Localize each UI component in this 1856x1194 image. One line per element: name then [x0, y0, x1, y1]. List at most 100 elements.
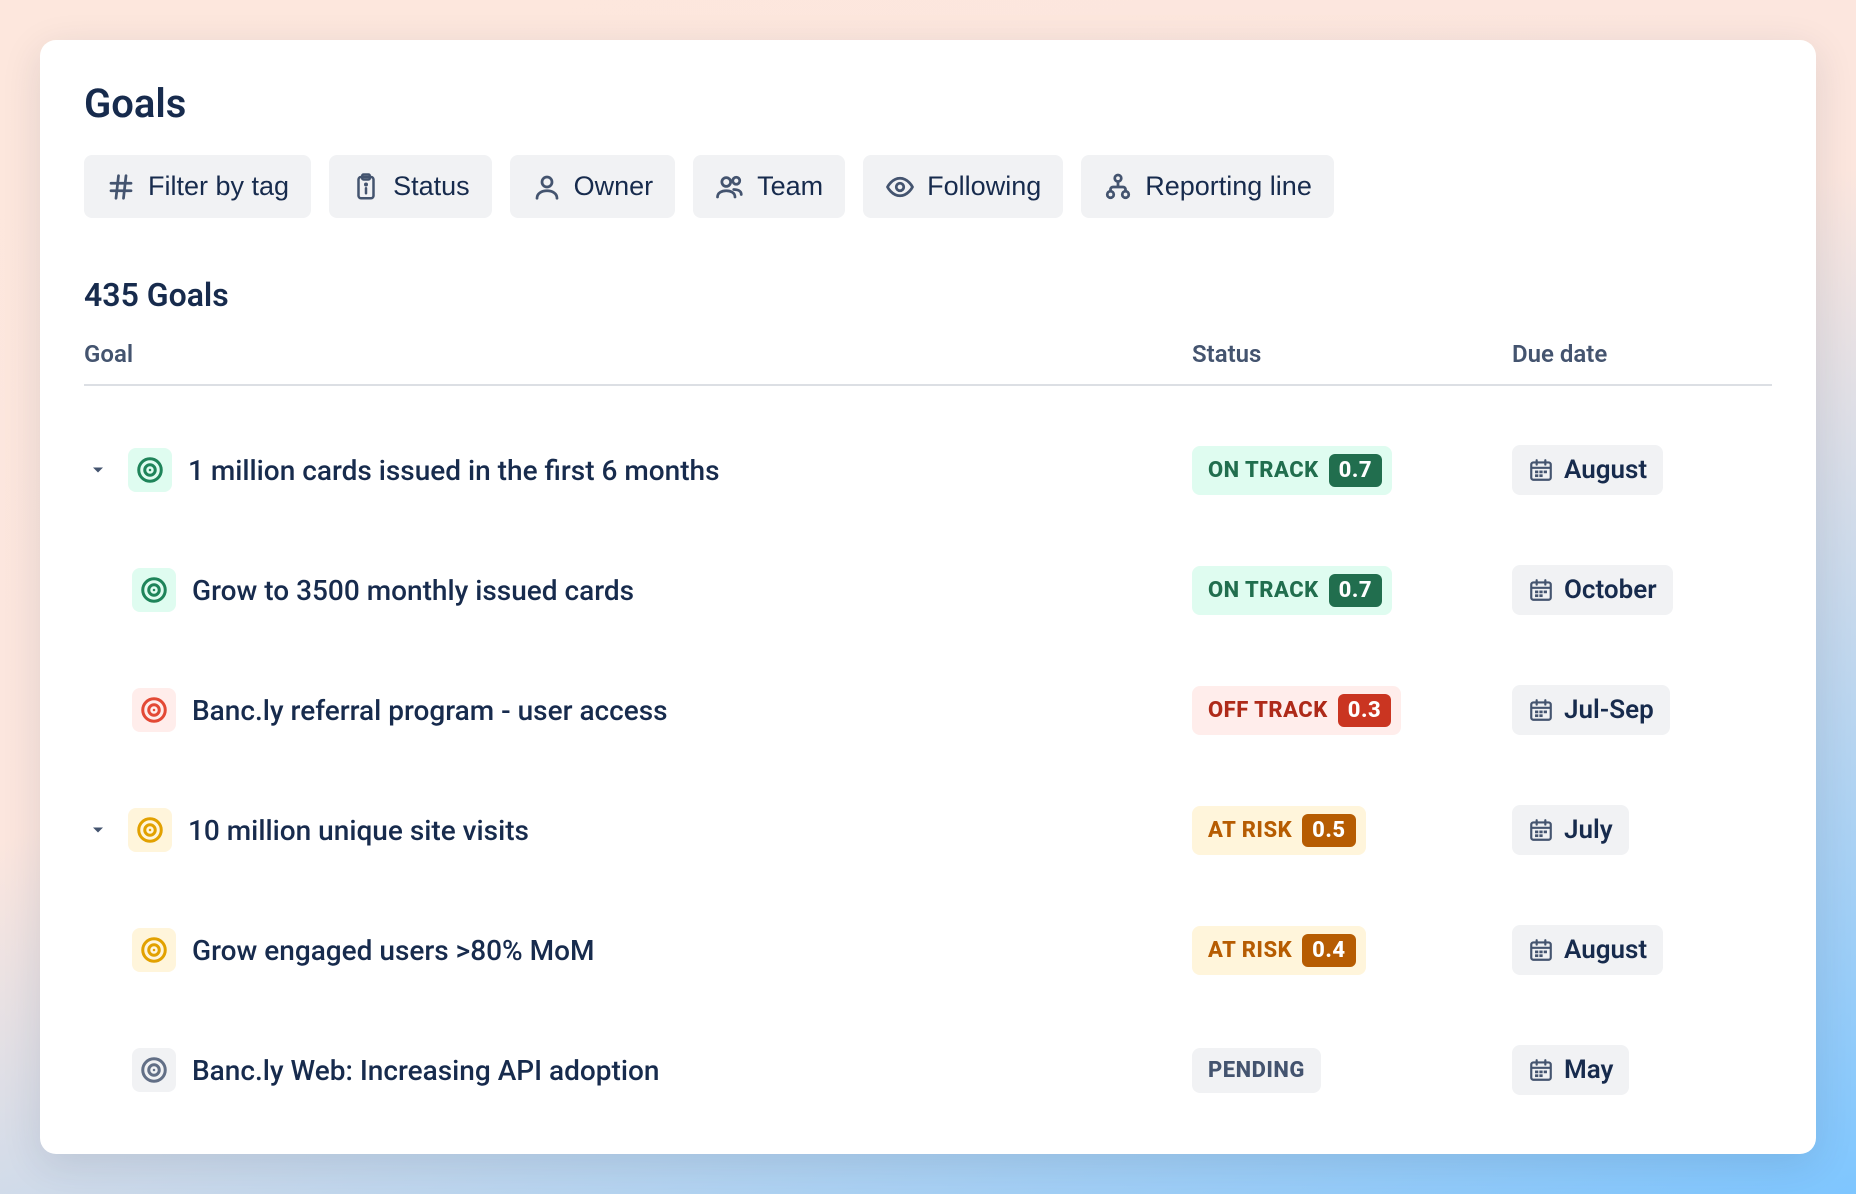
goal-title: 1 million cards issued in the first 6 mo…	[188, 454, 720, 487]
status-badge[interactable]: ON TRACK 0.7	[1192, 446, 1392, 495]
filter-team-button[interactable]: Team	[693, 155, 845, 218]
target-icon	[128, 448, 172, 492]
eye-icon	[885, 172, 915, 202]
status-badge[interactable]: ON TRACK 0.7	[1192, 566, 1392, 615]
column-headers: Goal Status Due date	[84, 340, 1772, 386]
status-score: 0.7	[1329, 454, 1382, 487]
filter-label: Team	[757, 171, 823, 202]
user-icon	[532, 172, 562, 202]
filter-label: Reporting line	[1145, 171, 1312, 202]
team-icon	[715, 172, 745, 202]
calendar-icon	[1528, 577, 1554, 603]
target-icon	[132, 688, 176, 732]
due-date-label: Jul-Sep	[1564, 695, 1654, 725]
status-label: ON TRACK	[1208, 578, 1319, 603]
status-score: 0.5	[1302, 814, 1355, 847]
status-score: 0.7	[1329, 574, 1382, 607]
calendar-icon	[1528, 817, 1554, 843]
col-status: Status	[1192, 340, 1512, 368]
goal-cell: Banc.ly referral program - user access	[84, 688, 1192, 732]
status-label: OFF TRACK	[1208, 698, 1328, 723]
goal-cell: Grow engaged users >80% MoM	[84, 928, 1192, 972]
goal-rows: 1 million cards issued in the first 6 mo…	[84, 426, 1772, 1114]
calendar-icon	[1528, 1057, 1554, 1083]
status-badge[interactable]: AT RISK 0.5	[1192, 806, 1366, 855]
org-icon	[1103, 172, 1133, 202]
goal-title: Banc.ly referral program - user access	[192, 694, 668, 727]
status-label: PENDING	[1208, 1058, 1305, 1083]
due-date-chip[interactable]: July	[1512, 805, 1629, 855]
goal-title: 10 million unique site visits	[188, 814, 529, 847]
status-score: 0.3	[1338, 694, 1391, 727]
goal-row[interactable]: Banc.ly referral program - user access OF…	[84, 666, 1772, 754]
goal-cell: Grow to 3500 monthly issued cards	[84, 568, 1192, 612]
calendar-icon	[1528, 457, 1554, 483]
clipboard-icon	[351, 172, 381, 202]
due-date-chip[interactable]: Jul-Sep	[1512, 685, 1670, 735]
filter-reporting-line-button[interactable]: Reporting line	[1081, 155, 1334, 218]
goal-row[interactable]: Grow to 3500 monthly issued cards ON TRAC…	[84, 546, 1772, 634]
due-cell: October	[1512, 565, 1772, 615]
goal-row[interactable]: Banc.ly Web: Increasing API adoption PEND…	[84, 1026, 1772, 1114]
goal-cell: 10 million unique site visits	[84, 808, 1192, 852]
filter-following-button[interactable]: Following	[863, 155, 1063, 218]
filter-label: Filter by tag	[148, 171, 289, 202]
goal-row[interactable]: 1 million cards issued in the first 6 mo…	[84, 426, 1772, 514]
status-cell: PENDING	[1192, 1048, 1512, 1093]
goals-count: 435 Goals	[84, 276, 1772, 314]
filter-label: Following	[927, 171, 1041, 202]
expand-toggle[interactable]	[84, 456, 112, 484]
goal-title: Grow engaged users >80% MoM	[192, 934, 594, 967]
goal-cell: 1 million cards issued in the first 6 mo…	[84, 448, 1192, 492]
due-date-chip[interactable]: October	[1512, 565, 1673, 615]
due-cell: May	[1512, 1045, 1772, 1095]
status-cell: AT RISK 0.5	[1192, 806, 1512, 855]
status-badge[interactable]: AT RISK 0.4	[1192, 926, 1366, 975]
due-date-chip[interactable]: August	[1512, 445, 1663, 495]
target-icon	[132, 928, 176, 972]
status-cell: ON TRACK 0.7	[1192, 566, 1512, 615]
target-icon	[132, 1048, 176, 1092]
goal-title: Banc.ly Web: Increasing API adoption	[192, 1054, 659, 1087]
target-icon	[132, 568, 176, 612]
filter-label: Owner	[574, 171, 654, 202]
hash-icon	[106, 172, 136, 202]
goal-cell: Banc.ly Web: Increasing API adoption	[84, 1048, 1192, 1092]
due-date-label: October	[1564, 575, 1657, 605]
status-badge[interactable]: PENDING	[1192, 1048, 1321, 1093]
status-label: ON TRACK	[1208, 458, 1319, 483]
due-date-chip[interactable]: August	[1512, 925, 1663, 975]
due-date-label: July	[1564, 815, 1613, 845]
due-cell: July	[1512, 805, 1772, 855]
filter-by-tag-button[interactable]: Filter by tag	[84, 155, 311, 218]
status-label: AT RISK	[1208, 938, 1292, 963]
due-date-chip[interactable]: May	[1512, 1045, 1629, 1095]
due-date-label: August	[1564, 455, 1647, 485]
filter-status-button[interactable]: Status	[329, 155, 492, 218]
goal-row[interactable]: 10 million unique site visitsAT RISK0.5 …	[84, 786, 1772, 874]
filter-owner-button[interactable]: Owner	[510, 155, 676, 218]
status-badge[interactable]: OFF TRACK 0.3	[1192, 686, 1401, 735]
calendar-icon	[1528, 697, 1554, 723]
due-cell: August	[1512, 925, 1772, 975]
target-icon	[128, 808, 172, 852]
status-cell: ON TRACK 0.7	[1192, 446, 1512, 495]
status-cell: AT RISK 0.4	[1192, 926, 1512, 975]
goal-row[interactable]: Grow engaged users >80% MoM AT RISK 0.4 Au…	[84, 906, 1772, 994]
due-cell: Jul-Sep	[1512, 685, 1772, 735]
status-label: AT RISK	[1208, 818, 1292, 843]
page-title: Goals	[84, 80, 1772, 127]
due-cell: August	[1512, 445, 1772, 495]
col-goal: Goal	[84, 340, 1192, 368]
status-cell: OFF TRACK 0.3	[1192, 686, 1512, 735]
filter-label: Status	[393, 171, 470, 202]
col-due: Due date	[1512, 340, 1772, 368]
status-score: 0.4	[1302, 934, 1355, 967]
calendar-icon	[1528, 937, 1554, 963]
goals-panel: Goals Filter by tag Status Owner Team	[40, 40, 1816, 1154]
expand-toggle[interactable]	[84, 816, 112, 844]
due-date-label: August	[1564, 935, 1647, 965]
filter-bar: Filter by tag Status Owner Team Followin…	[84, 155, 1772, 218]
goal-title: Grow to 3500 monthly issued cards	[192, 574, 634, 607]
due-date-label: May	[1564, 1055, 1613, 1085]
